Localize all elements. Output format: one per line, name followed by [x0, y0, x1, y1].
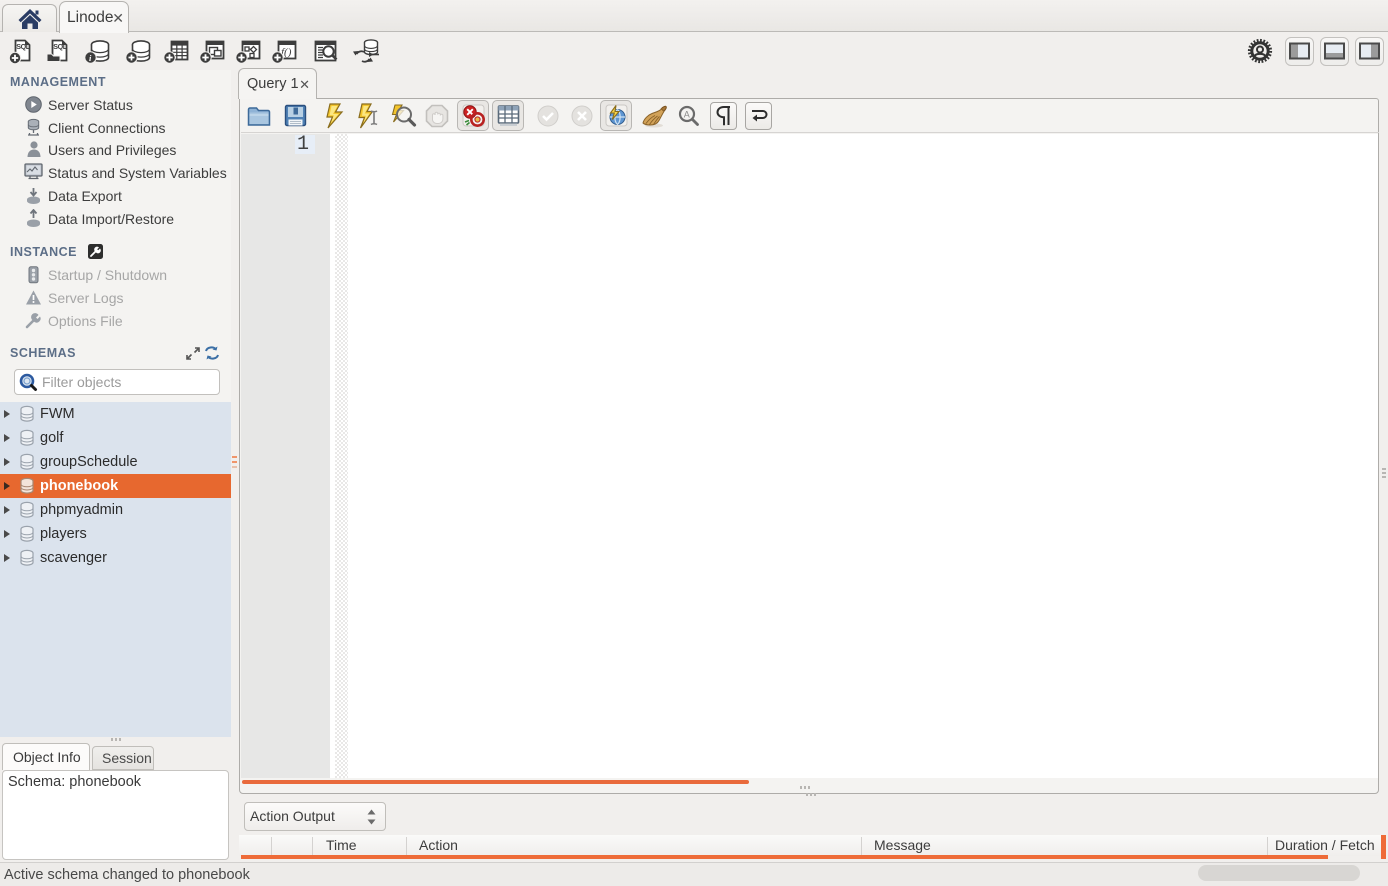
svg-text:A: A: [684, 110, 690, 120]
svg-text:SQL: SQL: [53, 42, 68, 51]
svg-text:SQL: SQL: [16, 42, 31, 51]
